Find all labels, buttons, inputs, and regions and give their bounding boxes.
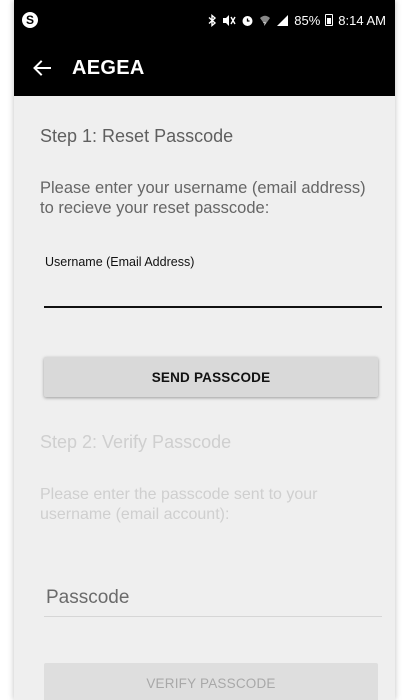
send-passcode-button[interactable]: SEND PASSCODE [44,357,378,397]
passcode-input[interactable] [44,580,382,617]
wifi-icon: ? [259,14,271,27]
username-label: Username (Email Address) [45,255,195,269]
battery-percent: 85% [294,12,321,28]
step1-instructions: Please enter your username (email addres… [40,179,366,217]
step2-title: Step 2: Verify Passcode [40,432,232,452]
signal-icon [276,14,289,27]
username-input[interactable] [44,274,382,308]
step2-instructions: Please enter the passcode sent to your u… [40,486,318,523]
bluetooth-icon [208,13,217,27]
battery-icon [325,14,334,26]
clock: 8:14 AM [338,12,386,28]
phone-screen: S ? 85% 8:14 AM AEGEA Step 1: Reset Pass… [14,0,395,700]
svg-text:?: ? [263,22,266,27]
step1-title: Step 1: Reset Passcode [40,126,234,146]
app-bar: AEGEA [14,40,395,96]
back-button[interactable] [14,40,70,96]
mute-icon [222,14,236,27]
reset-passcode-form: Step 1: Reset Passcode Please enter your… [14,96,395,700]
alarm-icon [241,14,254,27]
status-bar: S ? 85% 8:14 AM [14,0,395,40]
app-title: AEGEA [72,56,145,79]
verify-passcode-button[interactable]: VERIFY PASSCODE [44,663,378,700]
arrow-left-icon [33,60,51,76]
skype-icon: S [22,12,38,28]
